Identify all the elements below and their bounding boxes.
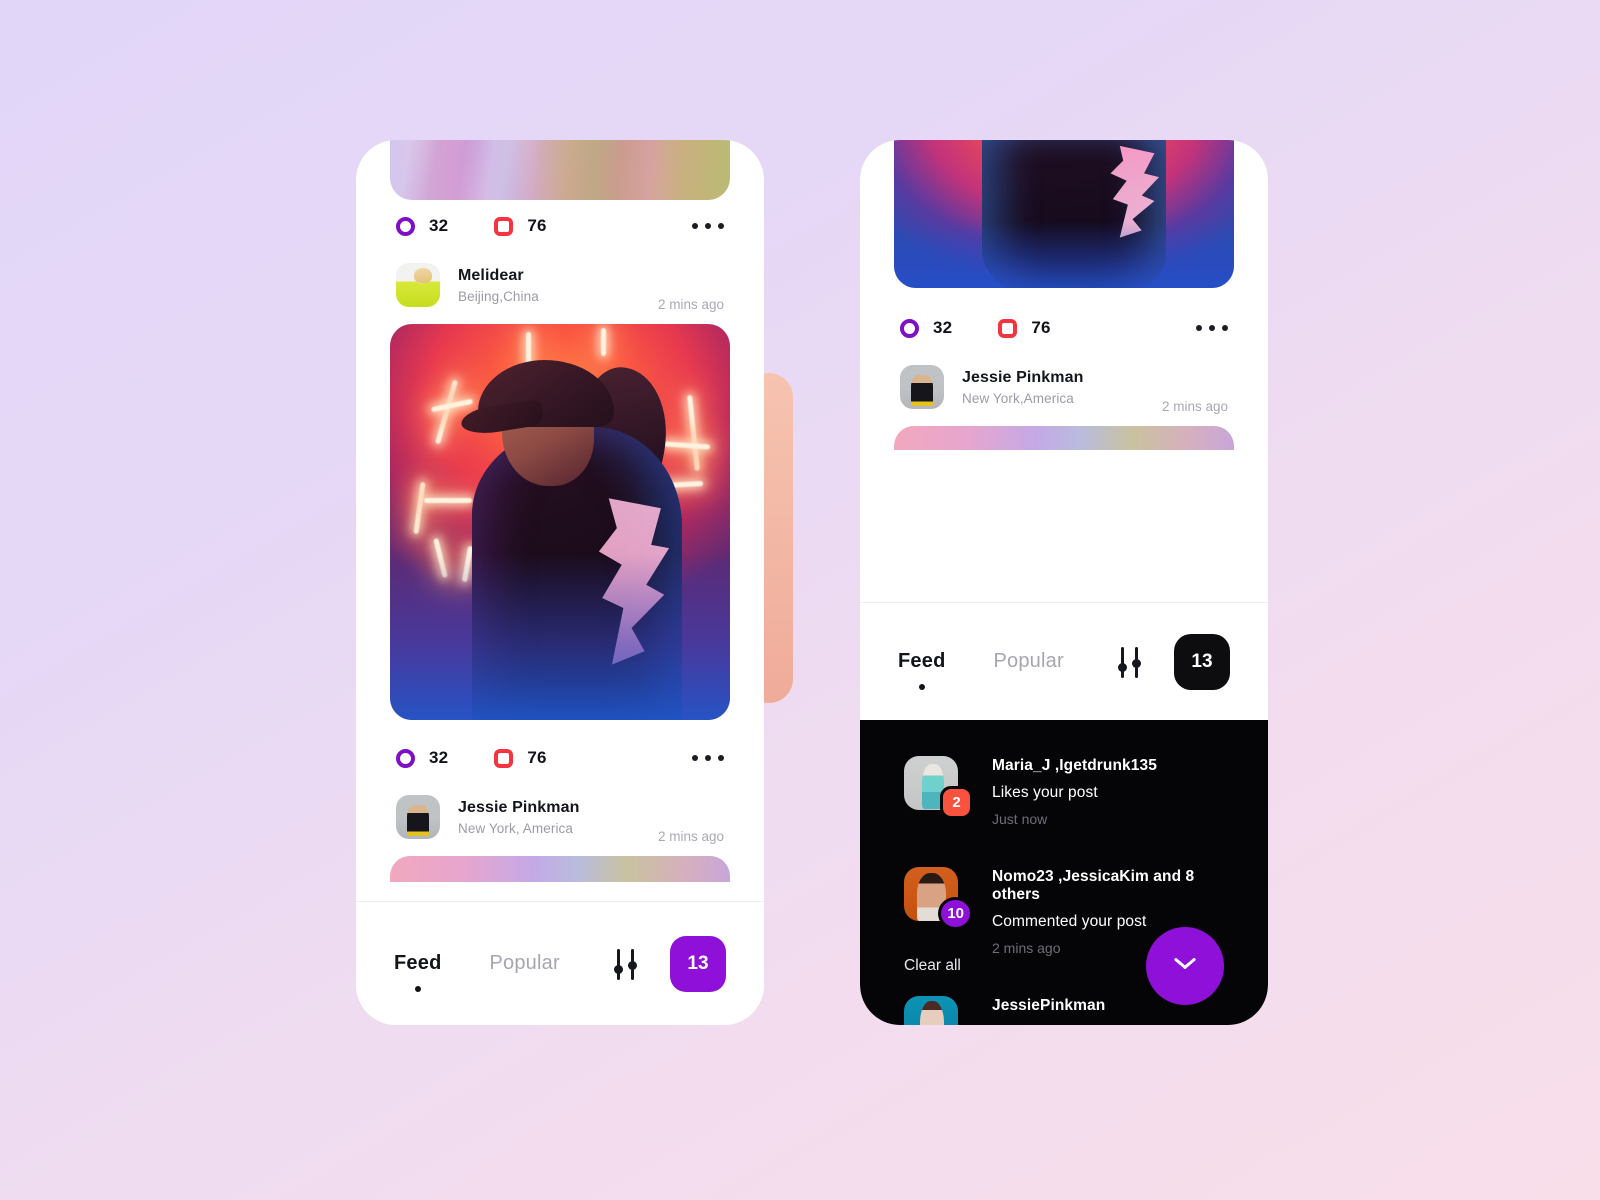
- notification-count-button[interactable]: 13: [670, 935, 726, 992]
- like-count: 32: [933, 318, 953, 337]
- neon-stroke: [687, 395, 700, 472]
- phone-right: 32 76 Jessie Pinkman New York,America 2 …: [860, 140, 1268, 1025]
- post-time: 2 mins ago: [657, 297, 724, 312]
- like-count: 32: [429, 748, 449, 767]
- post-image-holographic[interactable]: [390, 140, 730, 200]
- image-bottom-glow: [390, 553, 730, 720]
- user-location: Beijing,China: [458, 288, 539, 304]
- square-icon: [998, 318, 1018, 338]
- save-count: 76: [527, 748, 547, 767]
- user-name: Jessie Pinkman: [458, 798, 580, 816]
- chevron-down-icon: [1173, 954, 1197, 978]
- user-name: Melidear: [458, 266, 524, 284]
- like-stat[interactable]: 32: [396, 748, 448, 768]
- post-user-row-2[interactable]: Jessie Pinkman New York, America 2 mins …: [356, 784, 764, 850]
- image-bottom-glow: [894, 221, 1234, 288]
- notification-action: Likes your post: [992, 784, 1098, 801]
- square-icon: [494, 216, 514, 236]
- like-count: 32: [429, 216, 449, 235]
- tab-popular[interactable]: Popular: [993, 650, 1063, 673]
- like-stat[interactable]: 32: [900, 318, 952, 338]
- neon-stroke: [600, 327, 606, 356]
- left-tabbar: Feed Popular 13: [356, 901, 764, 1025]
- tab-feed-label: Feed: [394, 952, 442, 974]
- user-name: Jessie Pinkman: [962, 368, 1084, 386]
- user-info: Melidear Beijing,China: [458, 267, 539, 304]
- active-tab-indicator: [918, 684, 925, 690]
- avatar[interactable]: [396, 795, 440, 839]
- next-post-image-peek[interactable]: [390, 856, 730, 882]
- avatar[interactable]: 2: [904, 756, 973, 819]
- neon-stroke: [435, 380, 459, 445]
- user-location: New York,America: [962, 390, 1074, 406]
- collapse-panel-button[interactable]: [1146, 927, 1224, 1005]
- like-stat[interactable]: 32: [396, 216, 448, 236]
- post-user-row-1[interactable]: Melidear Beijing,China 2 mins ago: [356, 252, 764, 318]
- sliders-icon[interactable]: [1112, 645, 1146, 679]
- phone-left: 32 76 Melidear Beijing,China 2 mins ago: [356, 140, 764, 1025]
- notification-time: Just now: [992, 811, 1048, 827]
- notification-title: Nomo23 ,JessicaKim and 8 others: [992, 868, 1195, 903]
- neon-stroke: [663, 441, 710, 450]
- next-post-image-peek[interactable]: [894, 426, 1234, 450]
- notification-item[interactable]: 2 Maria_J ,Igetdrunk135 Likes your post …: [860, 738, 1268, 827]
- user-info: Jessie Pinkman New York, America: [458, 799, 579, 836]
- tab-feed[interactable]: Feed: [394, 952, 442, 992]
- post-time: 2 mins ago: [657, 829, 724, 844]
- more-horizontal-icon[interactable]: [692, 755, 724, 761]
- save-stat[interactable]: 76: [494, 748, 546, 768]
- post-stats-row-2: 32 76: [356, 732, 764, 784]
- more-horizontal-icon[interactable]: [692, 223, 724, 229]
- tab-popular[interactable]: Popular: [489, 952, 559, 975]
- tab-feed[interactable]: Feed: [898, 650, 946, 690]
- neon-stroke: [413, 482, 426, 535]
- sliders-icon[interactable]: [608, 947, 642, 981]
- notifications-panel: 2 Maria_J ,Igetdrunk135 Likes your post …: [860, 720, 1268, 1025]
- post-user-row[interactable]: Jessie Pinkman New York,America 2 mins a…: [860, 354, 1268, 420]
- active-tab-indicator: [414, 986, 421, 992]
- save-count: 76: [1031, 318, 1051, 337]
- right-feed: 32 76 Jessie Pinkman New York,America 2 …: [860, 140, 1268, 450]
- post-stats-row-1: 32 76: [356, 200, 764, 252]
- ring-icon: [900, 318, 919, 338]
- post-stats-row: 32 76: [860, 302, 1268, 354]
- tab-feed-label: Feed: [898, 650, 946, 672]
- user-info: Jessie Pinkman New York,America: [962, 369, 1083, 406]
- right-tabbar: Feed Popular 13: [860, 602, 1268, 720]
- more-horizontal-icon[interactable]: [1196, 325, 1228, 331]
- save-stat[interactable]: 76: [494, 216, 546, 236]
- post-image-cyberpunk[interactable]: [390, 324, 730, 720]
- left-screen: 32 76 Melidear Beijing,China 2 mins ago: [356, 140, 764, 1025]
- save-count: 76: [527, 216, 547, 235]
- right-screen: 32 76 Jessie Pinkman New York,America 2 …: [860, 140, 1268, 1025]
- notification-text: Maria_J ,Igetdrunk135 Likes your post Ju…: [992, 756, 1157, 827]
- notifications-footer: Clear all: [860, 907, 1268, 1025]
- post-time: 2 mins ago: [1161, 399, 1228, 414]
- ring-icon: [396, 216, 415, 236]
- square-icon: [494, 748, 514, 768]
- save-stat[interactable]: 76: [998, 318, 1050, 338]
- avatar[interactable]: [900, 365, 944, 409]
- user-location: New York, America: [458, 820, 573, 836]
- notification-title: Maria_J ,Igetdrunk135: [992, 757, 1157, 774]
- ring-icon: [396, 748, 415, 768]
- notification-count-button[interactable]: 13: [1174, 633, 1230, 690]
- avatar[interactable]: [396, 263, 440, 307]
- left-feed: 32 76 Melidear Beijing,China 2 mins ago: [356, 140, 764, 882]
- post-image-cyberpunk-cropped[interactable]: [894, 140, 1234, 288]
- notification-badge: 2: [940, 786, 973, 819]
- clear-all-button[interactable]: Clear all: [904, 957, 961, 975]
- neon-stroke: [424, 498, 472, 504]
